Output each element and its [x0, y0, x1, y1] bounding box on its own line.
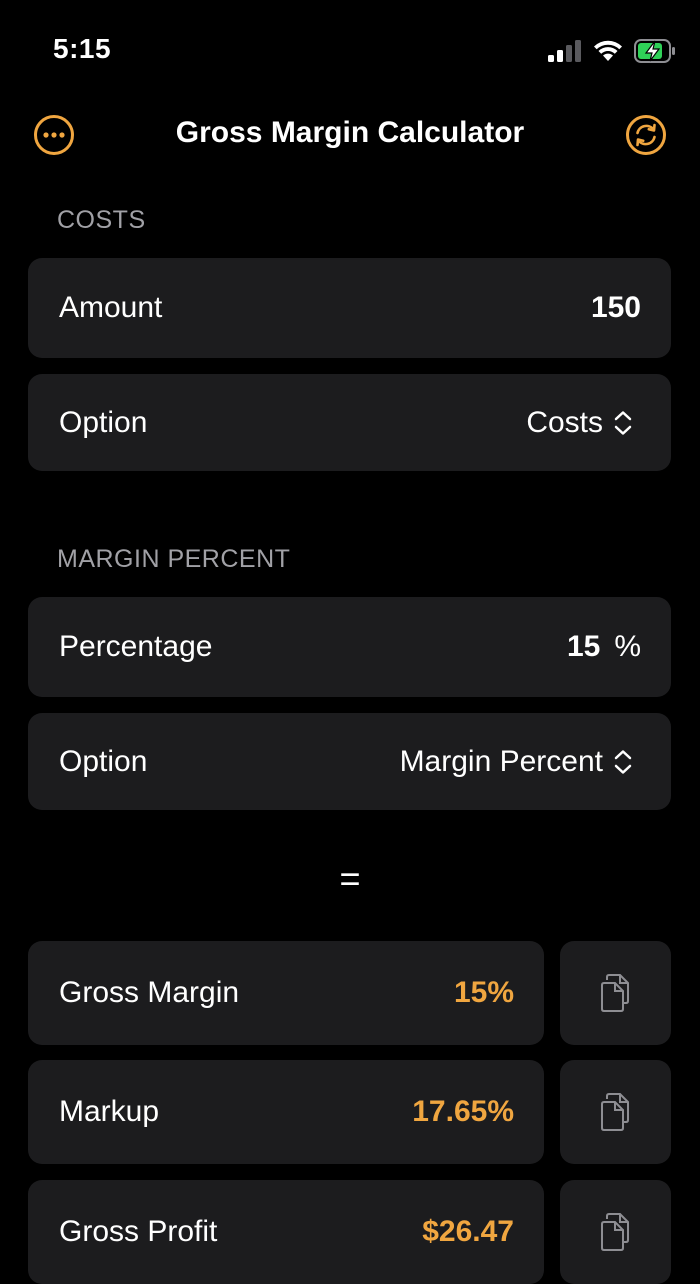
amount-input[interactable]: 150	[591, 291, 641, 325]
costs-option-picker[interactable]: Costs	[526, 406, 633, 440]
amount-row[interactable]: Amount 150	[28, 258, 671, 358]
copy-gross-profit-button[interactable]	[560, 1180, 671, 1284]
arrow-circle-icon	[626, 115, 666, 155]
status-bar: 5:15	[0, 0, 700, 100]
percentage-label: Percentage	[59, 630, 213, 663]
percentage-input[interactable]: 15	[567, 630, 600, 664]
copy-icon	[600, 1213, 629, 1251]
costs-option-row: Option Costs	[28, 374, 671, 471]
costs-option-value: Costs	[526, 405, 603, 439]
result-row-markup: Markup 17.65%	[28, 1060, 544, 1164]
copy-icon	[600, 974, 629, 1012]
cellular-signal-icon	[548, 40, 581, 62]
percentage-input-group: 15 %	[567, 630, 641, 664]
page-title: Gross Margin Calculator	[175, 116, 525, 149]
chevron-up-down-icon	[614, 749, 632, 774]
copy-markup-button[interactable]	[560, 1060, 671, 1164]
margin-option-label: Option	[59, 744, 148, 778]
costs-section-header: COSTS	[57, 206, 146, 234]
copy-gross-margin-button[interactable]	[560, 941, 671, 1045]
result-label: Gross Margin	[59, 976, 240, 1009]
wifi-icon	[594, 40, 622, 61]
margin-option-value: Margin Percent	[399, 744, 603, 778]
percentage-unit: %	[614, 630, 641, 663]
margin-section-header: MARGIN PERCENT	[57, 545, 291, 573]
chevron-up-down-icon	[614, 410, 632, 435]
amount-label: Amount	[59, 291, 163, 324]
battery-charging-icon	[634, 39, 675, 63]
reset-button[interactable]	[625, 114, 667, 156]
status-time: 5:15	[53, 33, 112, 64]
result-label: Markup	[59, 1095, 160, 1128]
equals-sign: =	[339, 858, 361, 899]
margin-option-row: Option Margin Percent	[28, 713, 671, 810]
result-value: 17.65%	[412, 1095, 514, 1128]
costs-option-label: Option	[59, 405, 148, 439]
status-icons	[548, 38, 676, 64]
result-value: 15%	[453, 976, 514, 1009]
result-row-gross-margin: Gross Margin 15%	[28, 941, 544, 1045]
result-row-gross-profit: Gross Profit $26.47	[28, 1180, 544, 1284]
margin-option-picker[interactable]: Margin Percent	[400, 745, 633, 779]
nav-bar: Gross Margin Calculator	[0, 100, 700, 170]
copy-icon	[600, 1093, 629, 1131]
percentage-row[interactable]: Percentage 15 %	[28, 597, 671, 697]
